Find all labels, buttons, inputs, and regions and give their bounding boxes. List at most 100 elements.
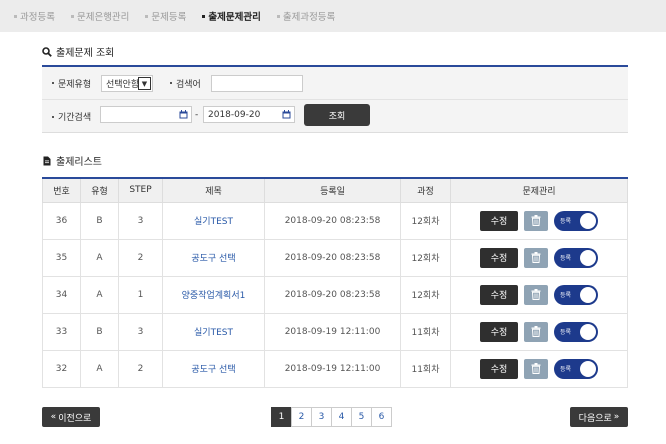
bullet-icon	[52, 115, 54, 118]
table-row: 35 A 2 공도구 선택 2018-09-20 08:23:58 12회차 수정 등록	[42, 238, 628, 277]
cell-manage: 수정 등록	[450, 275, 628, 314]
cell-title[interactable]: 공도구 선택	[162, 349, 265, 388]
cell-title[interactable]: 실기TEST	[162, 312, 265, 351]
cell-course: 11회차	[400, 312, 451, 351]
delete-button[interactable]	[524, 247, 548, 268]
register-toggle[interactable]: 등록	[554, 358, 598, 379]
cell-number: 33	[42, 312, 81, 351]
prev-page-button[interactable]: «이전으로	[42, 407, 100, 427]
search-panel: 문제유형 선택안함 ▼ 검색어 기간검색 - 2018-09-20 조회	[42, 65, 628, 133]
edit-button[interactable]: 수정	[480, 247, 518, 268]
toggle-knob	[580, 286, 596, 303]
cell-course: 11회차	[400, 349, 451, 388]
manage-actions: 수정 등록	[451, 321, 627, 342]
register-toggle[interactable]: 등록	[554, 321, 598, 342]
calendar-icon[interactable]	[179, 110, 188, 119]
cell-step: 2	[118, 349, 163, 388]
toggle-label: 등록	[560, 329, 572, 336]
cell-step: 2	[118, 238, 163, 277]
manage-actions: 수정 등록	[451, 284, 627, 305]
document-icon	[43, 156, 51, 165]
toggle-knob	[580, 249, 596, 266]
prev-page-label: 이전으로	[58, 413, 92, 424]
edit-button[interactable]: 수정	[480, 321, 518, 342]
page-2-button[interactable]: 2	[291, 407, 312, 427]
nav-label: 출제과정등록	[282, 12, 336, 23]
toggle-knob	[580, 212, 596, 229]
period-label: 기간검색	[52, 110, 91, 123]
cell-manage: 수정 등록	[450, 312, 628, 351]
pagination: 123456	[271, 407, 392, 427]
manage-actions: 수정 등록	[451, 358, 627, 379]
search-row-type: 문제유형 선택안함 ▼ 검색어	[42, 67, 628, 100]
next-page-button[interactable]: 다음으로»	[570, 407, 628, 427]
cell-title[interactable]: 실기TEST	[162, 201, 265, 240]
page-4-button[interactable]: 4	[331, 407, 352, 427]
delete-button[interactable]	[524, 284, 548, 305]
trash-icon	[531, 215, 541, 226]
type-select-value: 선택안함	[106, 80, 140, 90]
delete-button[interactable]	[524, 321, 548, 342]
cell-manage: 수정 등록	[450, 349, 628, 388]
search-submit-button[interactable]: 조회	[304, 104, 370, 126]
column-header: 유형	[80, 178, 119, 203]
nav-item-question-register[interactable]: 문제등록	[145, 9, 186, 23]
trash-icon	[531, 363, 541, 374]
register-toggle[interactable]: 등록	[554, 210, 598, 231]
edit-button[interactable]: 수정	[480, 284, 518, 305]
cell-step: 1	[118, 275, 163, 314]
table-row: 32 A 2 공도구 선택 2018-09-19 12:11:00 11회차 수정 등록	[42, 349, 628, 388]
edit-button[interactable]: 수정	[480, 358, 518, 379]
edit-label: 수정	[490, 328, 508, 338]
page-1-button[interactable]: 1	[271, 407, 292, 427]
bullet-icon	[52, 82, 54, 84]
column-header: 번호	[42, 178, 81, 203]
nav-item-question-bank[interactable]: 문제은행관리	[70, 9, 129, 23]
cell-manage: 수정 등록	[450, 238, 628, 277]
page-6-button[interactable]: 6	[371, 407, 392, 427]
bullet-icon	[70, 14, 74, 18]
toggle-knob	[580, 360, 596, 377]
trash-icon	[531, 326, 541, 337]
column-header: 문제관리	[450, 178, 628, 203]
cell-title[interactable]: 양중작업계획서1	[162, 275, 265, 314]
cell-course: 12회차	[400, 201, 451, 240]
toggle-label: 등록	[560, 255, 572, 262]
edit-label: 수정	[490, 254, 508, 264]
keyword-input[interactable]	[211, 75, 303, 92]
cell-title[interactable]: 공도구 선택	[162, 238, 265, 277]
register-toggle[interactable]: 등록	[554, 284, 598, 305]
nav-item-exam-question-manage[interactable]: 출제문제관리	[202, 9, 261, 23]
type-select[interactable]: 선택안함 ▼	[101, 75, 153, 92]
nav-item-course-register[interactable]: 과정등록	[14, 9, 55, 23]
delete-button[interactable]	[524, 210, 548, 231]
search-submit-label: 조회	[328, 111, 346, 122]
bullet-icon	[170, 82, 172, 84]
page-5-button[interactable]: 5	[351, 407, 372, 427]
delete-button[interactable]	[524, 358, 548, 379]
date-to-input[interactable]: 2018-09-20	[203, 106, 295, 123]
toggle-label: 등록	[560, 292, 572, 299]
date-to-value: 2018-09-20	[208, 109, 261, 120]
calendar-icon[interactable]	[282, 110, 291, 119]
toggle-label: 등록	[560, 218, 572, 225]
trash-icon	[531, 252, 541, 263]
table-row: 34 A 1 양중작업계획서1 2018-09-20 08:23:58 12회차 수정 등록	[42, 275, 628, 314]
page-3-button[interactable]: 3	[311, 407, 332, 427]
column-header: 과정	[400, 178, 451, 203]
cell-date: 2018-09-20 08:23:58	[264, 275, 401, 314]
cell-course: 12회차	[400, 238, 451, 277]
date-from-input[interactable]	[100, 106, 192, 123]
edit-label: 수정	[490, 217, 508, 227]
edit-button[interactable]: 수정	[480, 210, 518, 231]
type-label: 문제유형	[52, 77, 91, 90]
double-chevron-left-icon: «	[50, 412, 57, 422]
register-toggle[interactable]: 등록	[554, 247, 598, 268]
table-header-row: 번호 유형 STEP 제목 등록일 과정 문제관리	[42, 178, 628, 203]
cell-date: 2018-09-19 12:11:00	[264, 349, 401, 388]
cell-date: 2018-09-19 12:11:00	[264, 312, 401, 351]
table-row: 36 B 3 실기TEST 2018-09-20 08:23:58 12회차 수정 등록	[42, 201, 628, 240]
nav-item-exam-course-register[interactable]: 출제과정등록	[276, 9, 336, 23]
search-section-title: 출제문제 조회	[42, 44, 114, 59]
table-row: 33 B 3 실기TEST 2018-09-19 12:11:00 11회차 수정 등록	[42, 312, 628, 351]
